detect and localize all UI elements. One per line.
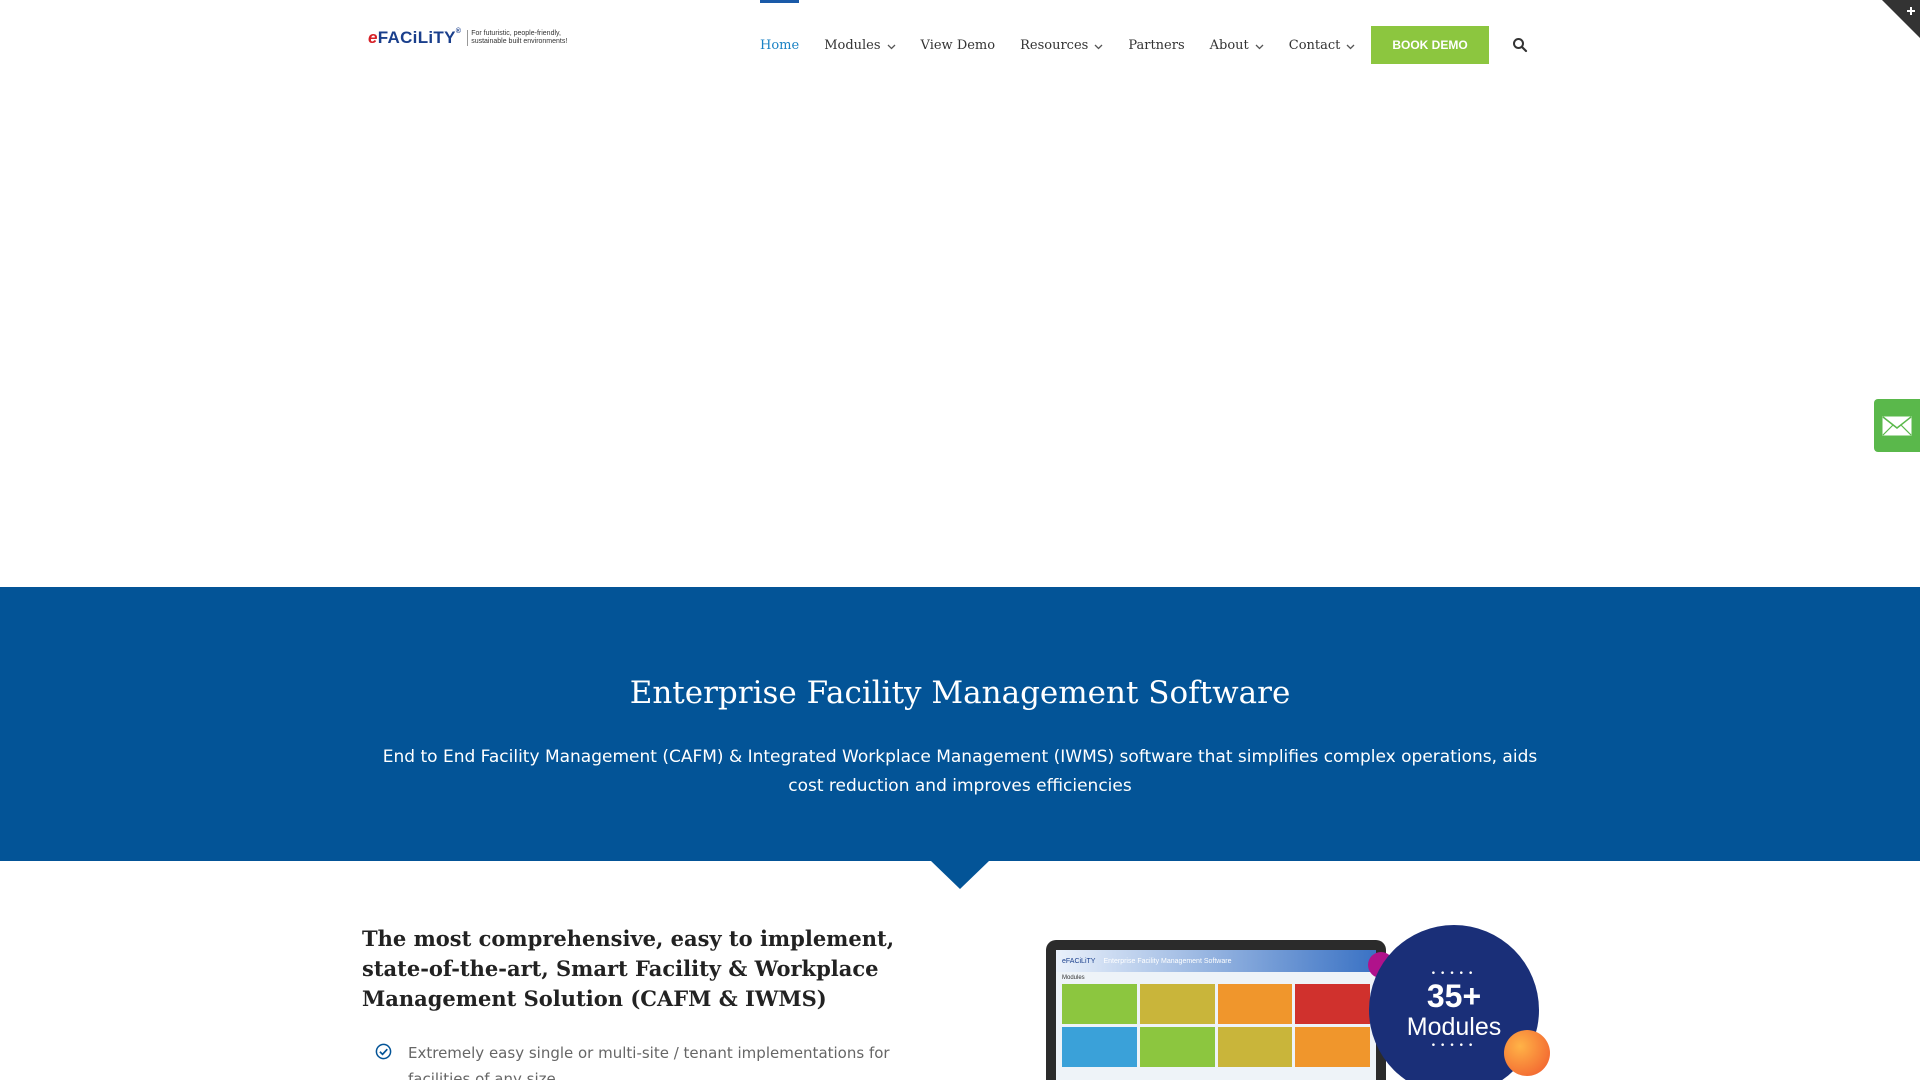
mail-icon <box>1882 415 1912 435</box>
module-tile <box>1295 1027 1370 1067</box>
hero-subtitle: End to End Facility Management (CAFM) & … <box>382 747 1538 796</box>
screen-brand: eFACiLiTY <box>1062 957 1096 965</box>
logo-registered: ® <box>455 28 462 35</box>
hero-area <box>0 90 1920 587</box>
screen-title: Enterprise Facility Management Software <box>1103 957 1232 965</box>
nav-item-label: Modules <box>824 37 881 53</box>
site-header: eFACiLiTY® For futuristic, people-friend… <box>0 0 1920 90</box>
nav-item-modules[interactable]: Modules <box>824 0 896 90</box>
badge-label: Modules <box>1406 1013 1502 1041</box>
band-pointer <box>931 861 989 889</box>
chevron-down-icon <box>1346 44 1355 49</box>
page-title: Enterprise Facility Management Software <box>629 675 1291 711</box>
logo-tagline-line-1: For futuristic, people-friendly, <box>471 30 561 37</box>
chevron-down-icon <box>1094 44 1103 49</box>
plus-icon[interactable] <box>1882 0 1920 38</box>
module-tile <box>1062 1027 1137 1067</box>
nav-item-label: Contact <box>1288 37 1341 53</box>
module-tile <box>1217 984 1293 1024</box>
module-tile <box>1217 1027 1293 1067</box>
logo-e: e <box>368 28 378 47</box>
logo[interactable]: eFACiLiTY® For futuristic, people-friend… <box>368 28 577 48</box>
search-icon[interactable] <box>1512 37 1528 53</box>
feature-text: Extremely easy single or multi-site / te… <box>408 1044 890 1080</box>
logo-wordmark: eFACiLiTY® <box>368 28 461 48</box>
main-nav: Home Modules View Demo Resources Partners Abo… <box>760 0 1380 90</box>
book-demo-button[interactable]: BOOK DEMO <box>1371 26 1489 64</box>
nav-item-home[interactable]: Home <box>760 0 800 90</box>
screen-header: eFACiLiTY Enterprise Facility Management… <box>1056 950 1376 972</box>
feature-list-item: Extremely easy single or multi-site / te… <box>375 1040 935 1080</box>
nav-item-label: About <box>1209 37 1249 53</box>
module-tiles <box>1056 984 1376 1067</box>
nav-item-label: Resources <box>1020 37 1089 53</box>
badge-dots-bottom: ••••• <box>1430 1041 1478 1051</box>
nav-item-resources[interactable]: Resources <box>1020 0 1103 90</box>
page: eFACiLiTY® For futuristic, people-friend… <box>0 0 1920 1080</box>
chevron-down-icon <box>1255 44 1264 49</box>
check-circle-icon <box>375 1043 392 1060</box>
hero-band: Enterprise Facility Management Software … <box>0 587 1920 861</box>
badge-number: 35+ <box>1426 978 1482 1014</box>
logo-tagline-line-2: sustainable built environments! <box>471 38 568 45</box>
contact-mail-tab[interactable] <box>1874 399 1920 452</box>
intro-heading: The most comprehensive, easy to implemen… <box>362 926 895 1011</box>
product-image: eFACiLiTY Enterprise Facility Management… <box>1046 925 1550 1080</box>
nav-item-label: Partners <box>1128 37 1185 53</box>
nav-item-label: Home <box>760 37 800 53</box>
laptop-frame: eFACiLiTY Enterprise Facility Management… <box>1046 940 1386 1080</box>
chevron-down-icon <box>887 44 896 49</box>
module-tile <box>1139 1027 1215 1067</box>
nav-item-contact[interactable]: Contact <box>1289 0 1356 90</box>
nav-item-view-demo[interactable]: View Demo <box>921 0 996 90</box>
nav-item-partners[interactable]: Partners <box>1128 0 1184 90</box>
nav-item-label: View Demo <box>920 37 996 53</box>
screen-section-label: Modules <box>1062 975 1085 981</box>
decorative-orb <box>1504 1030 1550 1076</box>
nav-item-about[interactable]: About <box>1210 0 1264 90</box>
module-tile <box>1062 984 1137 1024</box>
logo-tagline: For futuristic, people-friendly, sustain… <box>467 30 577 46</box>
logo-text: FACiLiTY <box>377 28 456 47</box>
module-tile <box>1139 984 1215 1024</box>
laptop-screen: eFACiLiTY Enterprise Facility Management… <box>1056 950 1376 1080</box>
module-tile <box>1295 984 1370 1024</box>
